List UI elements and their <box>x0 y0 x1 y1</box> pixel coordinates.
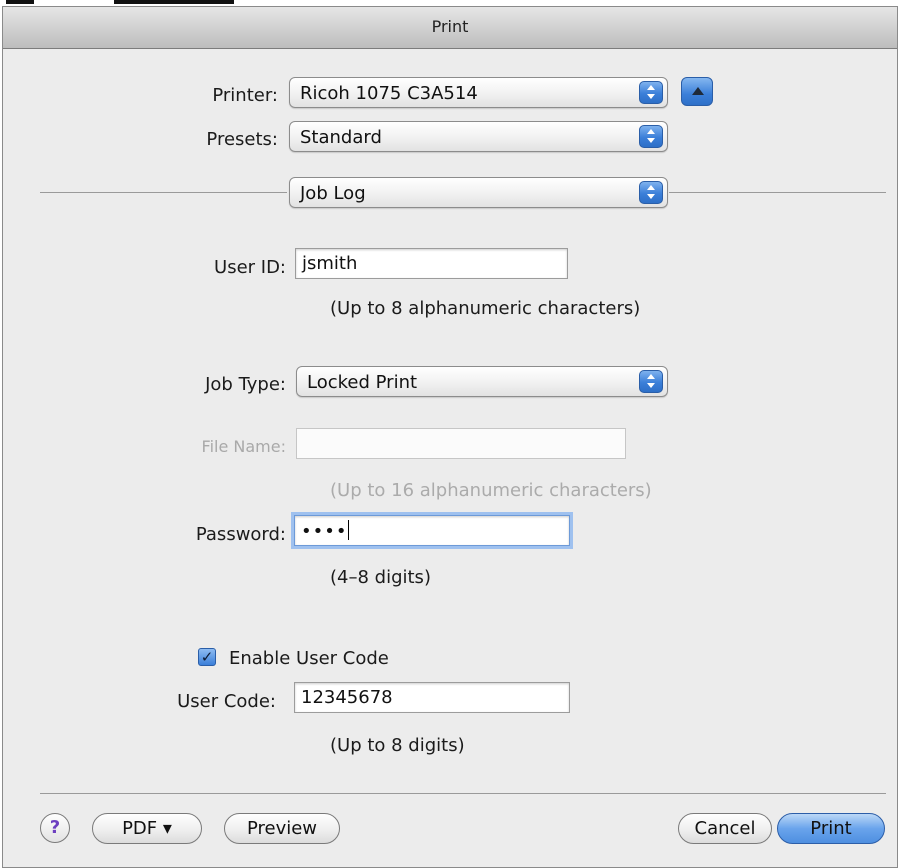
collapse-details-button[interactable] <box>681 77 713 106</box>
preview-button[interactable]: Preview <box>224 813 340 844</box>
up-triangle-icon <box>692 87 704 95</box>
presets-value: Standard <box>300 127 382 148</box>
user-id-label: User ID: <box>214 257 286 278</box>
password-label: Password: <box>195 524 286 545</box>
printer-value: Ricoh 1075 C3A514 <box>300 83 478 104</box>
footer-divider <box>40 793 886 794</box>
window-title: Print <box>431 17 469 36</box>
pdf-menu-button[interactable]: PDF ▾ <box>92 813 202 844</box>
presets-popup[interactable]: Standard <box>289 121 668 152</box>
enable-user-code-checkbox[interactable]: ✓ <box>198 648 216 666</box>
cancel-button[interactable]: Cancel <box>678 813 772 844</box>
presets-label: Presets: <box>206 129 278 150</box>
password-hint: (4–8 digits) <box>330 567 431 588</box>
password-field[interactable]: •••• <box>294 515 570 546</box>
job-type-popup[interactable]: Locked Print <box>296 366 668 397</box>
user-code-label: User Code: <box>177 691 276 712</box>
job-type-label: Job Type: <box>205 374 286 395</box>
divider-left <box>40 192 287 193</box>
section-popup[interactable]: Job Log <box>289 177 668 208</box>
up-down-arrows-icon <box>639 81 663 104</box>
printer-popup[interactable]: Ricoh 1075 C3A514 <box>289 77 668 108</box>
up-down-arrows-icon <box>639 370 663 393</box>
print-button[interactable]: Print <box>777 813 885 844</box>
file-name-label: File Name: <box>201 437 286 456</box>
user-id-hint: (Up to 8 alphanumeric characters) <box>330 298 641 319</box>
enable-user-code-label: Enable User Code <box>229 648 389 669</box>
file-name-hint: (Up to 16 alphanumeric characters) <box>330 480 652 501</box>
section-value: Job Log <box>300 183 366 204</box>
divider-right <box>669 192 886 193</box>
text-caret <box>348 520 350 540</box>
printer-label: Printer: <box>212 85 278 106</box>
background-mark <box>6 0 34 4</box>
up-down-arrows-icon <box>639 125 663 148</box>
file-name-field[interactable] <box>296 428 626 459</box>
user-id-value: jsmith <box>302 253 358 274</box>
help-button[interactable]: ? <box>40 813 70 843</box>
title-bar: Print <box>3 7 897 49</box>
background-mark <box>114 0 234 4</box>
user-code-value: 12345678 <box>301 687 393 708</box>
user-id-field[interactable]: jsmith <box>295 248 568 279</box>
user-code-hint: (Up to 8 digits) <box>330 735 465 756</box>
job-type-value: Locked Print <box>307 372 418 393</box>
password-value: •••• <box>301 521 348 542</box>
up-down-arrows-icon <box>639 181 663 204</box>
user-code-field[interactable]: 12345678 <box>294 682 570 713</box>
